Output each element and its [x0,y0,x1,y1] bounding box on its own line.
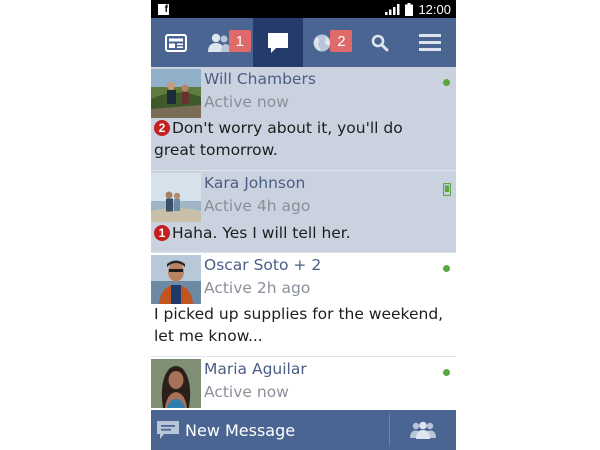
contact-name: Maria Aguilar [204,360,307,378]
search-icon [371,34,389,51]
battery-icon [405,2,414,16]
avatar [151,173,201,222]
contact-name: Will Chambers [204,70,316,88]
signal-icon [385,3,400,15]
tab-friend-requests[interactable]: 1 [202,18,253,67]
active-status: Active 4h ago [204,197,311,215]
contact-name: Oscar Soto + 2 [204,256,322,274]
active-friends-button[interactable] [390,410,456,450]
conversation-list: Will Chambers Active now 2 Don't worry ab… [151,67,456,417]
tab-messages[interactable] [252,18,304,67]
new-message-label: New Message [185,420,296,440]
menu-icon [419,34,442,51]
notifications-globe-icon [313,34,331,51]
tab-menu[interactable] [405,18,456,67]
facebook-notification-icon: f [158,3,169,15]
online-indicator [443,79,450,86]
online-indicator [443,369,450,376]
tab-notifications[interactable]: 2 [303,18,354,67]
clock: 12:00 [418,1,451,17]
notifications-badge: 2 [330,30,353,52]
active-status: Active 2h ago [204,279,311,297]
avatar [151,69,201,118]
message-text: Haha. Yes I will tell her. [172,224,351,242]
message-text: Don't worry about it, you'll do great to… [154,119,403,159]
compose-message-icon [157,421,179,439]
message-preview: 1 Haha. Yes I will tell her. [154,222,448,244]
active-status: Active now [204,93,289,111]
unread-count-badge: 2 [154,120,170,136]
online-indicator [443,265,450,272]
avatar [151,359,201,408]
messages-icon [267,32,288,53]
conversation-row[interactable]: Kara Johnson Active 4h ago 1 Haha. Yes I … [151,171,456,253]
conversation-row[interactable]: Oscar Soto + 2 Active 2h ago I picked up… [151,253,456,357]
friends-group-icon [410,421,436,439]
top-navigation: 1 2 [151,18,456,67]
phone-screen: f 12:00 1 2 Will Chambers Active now 2 D… [151,0,456,450]
avatar [151,255,201,304]
message-text: I picked up supplies for the weekend, le… [154,305,444,345]
bottom-bar: New Message [151,410,456,450]
mobile-phone-icon [443,183,451,196]
message-preview: I picked up supplies for the weekend, le… [154,303,448,347]
tab-search[interactable] [354,18,405,67]
contact-name: Kara Johnson [204,174,306,192]
tab-news-feed[interactable] [151,18,202,67]
active-status: Active now [204,383,289,401]
friend-requests-badge: 1 [228,30,251,52]
new-message-button[interactable]: New Message [151,410,389,450]
conversation-row[interactable]: Will Chambers Active now 2 Don't worry ab… [151,67,456,171]
message-preview: 2 Don't worry about it, you'll do great t… [154,117,448,161]
status-bar: f 12:00 [151,0,456,18]
conversation-row[interactable]: Maria Aguilar Active now [151,357,456,417]
unread-count-badge: 1 [154,225,170,241]
news-feed-icon [165,33,188,52]
